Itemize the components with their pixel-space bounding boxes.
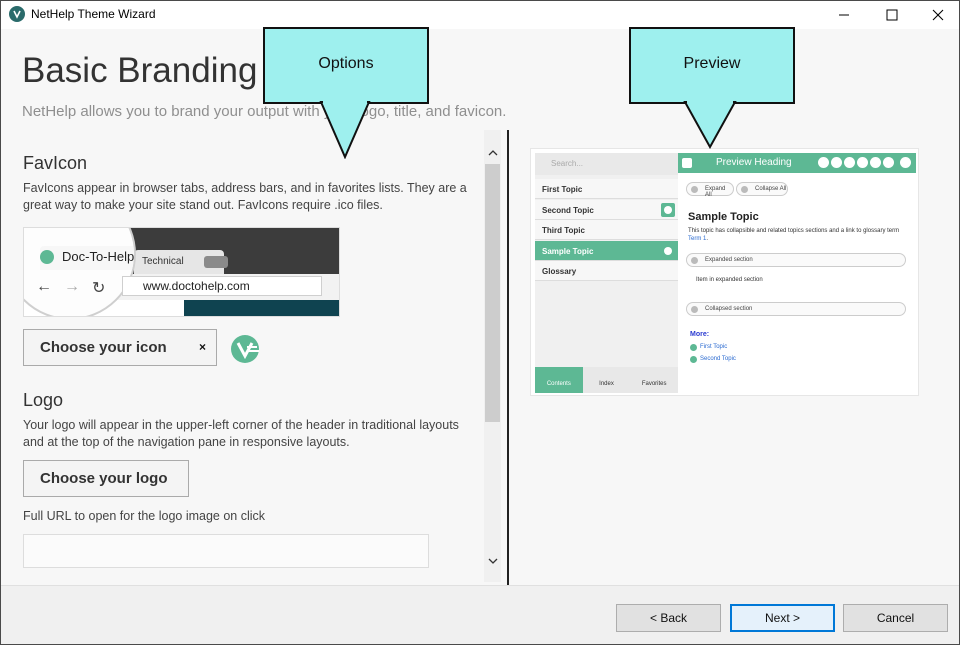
options-callout: Options: [263, 27, 429, 104]
preview-related-link: First Topic: [690, 344, 727, 351]
browser-tab-label: Doc-To-Help: [62, 249, 135, 264]
choose-logo-label: Choose your logo: [40, 470, 168, 487]
preview-nav-item: First Topic: [535, 179, 678, 199]
favicon-description: FavIcons appear in browser tabs, address…: [23, 181, 467, 212]
expand-all-button: Expand All: [686, 182, 734, 198]
star-icon: [900, 157, 911, 168]
logo-url-label: Full URL to open for the logo image on c…: [23, 509, 266, 523]
collapse-all-button: Collapse All: [736, 182, 788, 196]
window-title: NetHelp Theme Wizard: [31, 7, 156, 21]
reload-icon: ↻: [92, 280, 106, 297]
expand-arrow-icon: [661, 244, 675, 258]
preview-sidebar: Search... First Topic Second Topic Third…: [535, 153, 679, 393]
email-icon: [857, 157, 868, 168]
options-callout-tail: [319, 101, 371, 159]
choose-icon-label: Choose your icon: [40, 339, 167, 356]
pane-divider: [507, 130, 509, 585]
forward-arrow-icon: →: [64, 278, 80, 295]
scroll-down-icon[interactable]: [484, 552, 501, 569]
app-icon: [9, 6, 25, 22]
preview-nav-item-selected: Sample Topic: [535, 241, 678, 261]
expanded-section-body: Item in expanded section: [696, 277, 763, 283]
browser-page-banner: [184, 300, 339, 316]
preview-nav-item: Second Topic: [535, 200, 678, 220]
scroll-up-icon[interactable]: [484, 144, 501, 161]
preview-tab-index: Index: [582, 367, 631, 393]
preview-nav-item: Third Topic: [535, 220, 678, 240]
preview-related-link: Second Topic: [690, 356, 736, 363]
preview-tab-contents: Contents: [535, 367, 583, 393]
preview-tab-favorites: Favorites: [630, 367, 679, 393]
cancel-button[interactable]: Cancel: [843, 604, 948, 632]
logo-url-input[interactable]: [23, 534, 429, 568]
preview-callout: Preview: [629, 27, 795, 104]
print-icon: [844, 157, 855, 168]
choose-icon-button[interactable]: Choose your icon ×: [23, 329, 217, 366]
logo-description: Your logo will appear in the upper-left …: [23, 418, 459, 449]
doc-to-help-favicon-icon: [40, 250, 54, 264]
browser-address-bar: www.doctohelp.com: [122, 276, 322, 296]
wizard-footer: < Back Next > Cancel: [1, 585, 959, 644]
favicon-browser-preview: Technical Doc-To-Help ← → ↻ www.doctohel…: [23, 227, 340, 317]
preview-more-label: More:: [690, 331, 710, 338]
preview-header: Preview Heading: [678, 153, 916, 173]
preview-topic-text: This topic has collapsible and related t…: [688, 228, 900, 242]
maximize-button[interactable]: [869, 1, 915, 29]
browser-new-tab: [204, 256, 228, 268]
menu-icon: [682, 158, 692, 168]
twitter-icon: [870, 157, 881, 168]
preview-nav-item: Glossary: [535, 261, 678, 281]
next-icon: [831, 157, 842, 168]
close-button[interactable]: [915, 1, 959, 29]
prev-icon: [818, 157, 829, 168]
wizard-content: Basic Branding NetHelp allows you to bra…: [1, 27, 959, 585]
preview-callout-tail: [683, 101, 737, 149]
expand-arrow-icon: [661, 203, 675, 217]
logo-section-title: Logo: [23, 390, 64, 410]
preview-main: Preview Heading Expand All Collapse All …: [678, 153, 916, 393]
preview-tabs: Contents Index Favorites: [535, 367, 679, 393]
options-scrollbar[interactable]: [484, 130, 501, 582]
preview-search: Search...: [535, 153, 678, 175]
choose-logo-button[interactable]: Choose your logo: [23, 460, 189, 497]
title-bar: NetHelp Theme Wizard: [1, 1, 959, 29]
favicon-thumbnail-icon: [229, 333, 261, 365]
collapsed-section-header: Collapsed section: [686, 302, 906, 316]
clear-icon-button[interactable]: ×: [199, 340, 206, 354]
theme-preview: Search... First Topic Second Topic Third…: [530, 148, 919, 396]
minimize-button[interactable]: [821, 1, 867, 29]
page-title: Basic Branding: [22, 51, 258, 90]
scroll-thumb[interactable]: [485, 164, 500, 422]
next-button[interactable]: Next >: [730, 604, 835, 632]
favicon-section-title: FavIcon: [23, 153, 88, 173]
wizard-window: NetHelp Theme Wizard Basic Branding NetH…: [0, 0, 960, 645]
preview-topic-title: Sample Topic: [688, 211, 759, 223]
back-button[interactable]: < Back: [616, 604, 721, 632]
preview-heading: Preview Heading: [716, 157, 792, 168]
expanded-section-header: Expanded section: [686, 253, 906, 267]
page-subtitle: NetHelp allows you to brand your output …: [22, 103, 507, 120]
glossary-term-link: Term 1: [688, 236, 707, 242]
back-arrow-icon: ←: [36, 278, 52, 295]
facebook-icon: [883, 157, 894, 168]
